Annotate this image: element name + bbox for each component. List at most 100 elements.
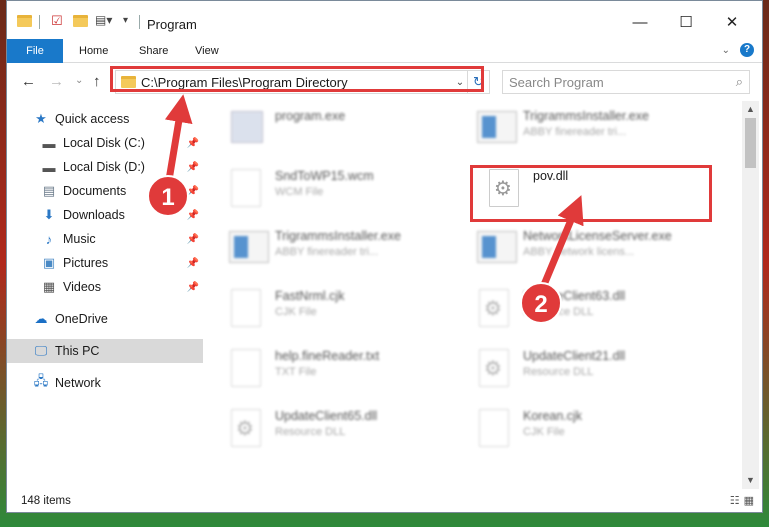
list-item[interactable]: Korean.cjk CJK File	[455, 407, 700, 463]
sidebar-item-onedrive[interactable]: ☁ OneDrive	[7, 307, 203, 331]
tab-view[interactable]: View	[183, 39, 231, 63]
sidebar-item-label: Videos	[63, 280, 101, 294]
view-switcher: ☷ ▦	[730, 494, 754, 507]
list-item[interactable]: UpdateClient21.dll Resource DLL	[455, 347, 700, 403]
explorer-window: ☑ ▤▾ ▾ Program — ☐ ✕ File Home Share Vie…	[6, 0, 763, 513]
chevron-down-icon[interactable]: ⌄	[453, 77, 467, 88]
list-item[interactable]: FastNrml.cjk CJK File	[207, 287, 452, 343]
details-view-icon[interactable]: ☷	[730, 494, 740, 507]
search-input[interactable]: Search Program ⌕	[502, 70, 750, 94]
sidebar-item-this-pc[interactable]: 🖵 This PC	[7, 339, 203, 363]
pictures-icon: ▣	[42, 255, 56, 270]
sidebar-item-local-disk-c[interactable]: ▬ Local Disk (C:) 📌	[7, 131, 203, 155]
list-item[interactable]: UpdateClient65.dll Resource DLL	[207, 407, 452, 463]
tab-file[interactable]: File	[7, 39, 63, 63]
toolbar-separator	[39, 15, 40, 29]
sidebar-item-network[interactable]: 🖧 Network	[7, 371, 203, 395]
scroll-thumb[interactable]	[745, 118, 756, 168]
sidebar-item-label: OneDrive	[55, 312, 108, 326]
file-icon	[477, 407, 511, 449]
minimize-button[interactable]: —	[617, 7, 663, 37]
file-icon	[229, 167, 263, 209]
recent-locations-button[interactable]: ⌄	[75, 75, 83, 86]
folder-icon	[17, 15, 32, 27]
list-item[interactable]: SndToWP15.wcm WCM File	[207, 167, 452, 223]
tab-home[interactable]: Home	[67, 39, 120, 63]
status-bar: 148 items ☷ ▦	[7, 489, 762, 512]
customize-toolbar-icon[interactable]: ▾	[123, 15, 128, 26]
file-type: Resource DLL	[275, 426, 346, 438]
list-item[interactable]: UpdateClient63.dll Resource DLL	[455, 287, 700, 343]
sidebar-item-music[interactable]: ♪ Music 📌	[7, 227, 203, 251]
forward-button[interactable]: →	[49, 73, 64, 90]
tab-share[interactable]: Share	[127, 39, 180, 63]
sidebar-item-label: This PC	[55, 344, 100, 358]
sidebar-item-documents[interactable]: ▤ Documents 📌	[7, 179, 203, 203]
ribbon-tabs: File Home Share View ⌄ ?	[7, 39, 762, 63]
application-icon	[229, 227, 269, 269]
navigation-pane: ★ Quick access ▬ Local Disk (C:) 📌 ▬ Loc…	[7, 101, 203, 489]
computer-icon: 🖵	[34, 343, 48, 358]
file-name: TrigrammsInstaller.exe	[523, 109, 649, 123]
help-icon[interactable]: ?	[740, 43, 754, 57]
list-item[interactable]: help.fineReader.txt TXT File	[207, 347, 452, 403]
sidebar-item-videos[interactable]: ▦ Videos 📌	[7, 275, 203, 299]
list-item-pov-dll[interactable]: pov.dll	[455, 167, 700, 223]
file-name: help.fineReader.txt	[275, 349, 380, 363]
search-icon[interactable]: ⌕	[736, 74, 743, 90]
file-type: WCM File	[275, 186, 324, 198]
file-type: Resource DLL	[523, 366, 594, 378]
dll-gear-icon	[477, 347, 511, 389]
application-icon	[477, 107, 517, 149]
dll-gear-icon	[229, 407, 263, 449]
search-placeholder: Search Program	[509, 74, 604, 90]
sidebar-item-local-disk-d[interactable]: ▬ Local Disk (D:) 📌	[7, 155, 203, 179]
file-icon	[229, 347, 263, 389]
file-type: ABBY network licens...	[523, 246, 635, 258]
file-list: program.exe TrigrammsInstaller.exe ABBY …	[207, 101, 742, 481]
file-type: ABBY finereader tri...	[275, 246, 379, 258]
properties-icon[interactable]: ☑	[51, 13, 63, 29]
application-icon	[477, 227, 517, 269]
music-icon: ♪	[45, 231, 53, 247]
dll-gear-icon	[487, 167, 521, 209]
vertical-scrollbar[interactable]: ▲ ▼	[742, 101, 759, 489]
scroll-down-icon[interactable]: ▼	[742, 472, 759, 489]
pin-icon: 📌	[186, 233, 199, 245]
file-name: UpdateClient63.dll	[523, 289, 626, 303]
large-icons-view-icon[interactable]: ▦	[744, 494, 754, 507]
list-item[interactable]: TrigrammsInstaller.exe ABBY finereader t…	[455, 107, 700, 163]
view-options-icon[interactable]: ▤▾	[95, 13, 112, 27]
list-item[interactable]: program.exe	[207, 107, 452, 163]
file-name: TrigrammsInstaller.exe	[275, 229, 401, 243]
file-name: Korean.cjk	[523, 409, 583, 423]
sidebar-item-quick-access[interactable]: ★ Quick access	[7, 107, 203, 131]
up-button[interactable]: ↑	[93, 73, 101, 90]
list-item[interactable]: NetworkLicenseServer.exe ABBY network li…	[455, 227, 700, 283]
pin-icon: 📌	[186, 161, 199, 173]
maximize-button[interactable]: ☐	[663, 7, 709, 37]
address-bar[interactable]: C:\Program Files\Program Directory ⌄ ↻	[115, 70, 490, 94]
sidebar-item-label: Local Disk (C:)	[63, 136, 145, 150]
sidebar-item-downloads[interactable]: ⬇ Downloads 📌	[7, 203, 203, 227]
item-count: 148 items	[21, 495, 71, 507]
new-folder-icon[interactable]	[73, 15, 88, 27]
exe-icon	[229, 107, 263, 149]
file-name: program.exe	[275, 109, 346, 123]
pin-icon: 📌	[186, 257, 199, 269]
sidebar-item-pictures[interactable]: ▣ Pictures 📌	[7, 251, 203, 275]
close-button[interactable]: ✕	[709, 7, 755, 37]
file-type: TXT File	[275, 366, 317, 378]
sidebar-item-label: Music	[63, 232, 96, 246]
drive-icon: ▬	[42, 135, 56, 151]
sidebar-item-label: Local Disk (D:)	[63, 160, 145, 174]
back-button[interactable]: ←	[21, 73, 36, 90]
file-name: SndToWP15.wcm	[275, 169, 374, 183]
scroll-up-icon[interactable]: ▲	[742, 101, 759, 118]
expand-ribbon-icon[interactable]: ⌄	[722, 45, 730, 56]
refresh-icon[interactable]: ↻	[467, 71, 489, 93]
file-type: CJK File	[275, 306, 317, 318]
sidebar-item-label: Network	[55, 376, 101, 390]
list-item[interactable]: TrigrammsInstaller.exe ABBY finereader t…	[207, 227, 452, 283]
address-path[interactable]: C:\Program Files\Program Directory	[141, 75, 453, 90]
